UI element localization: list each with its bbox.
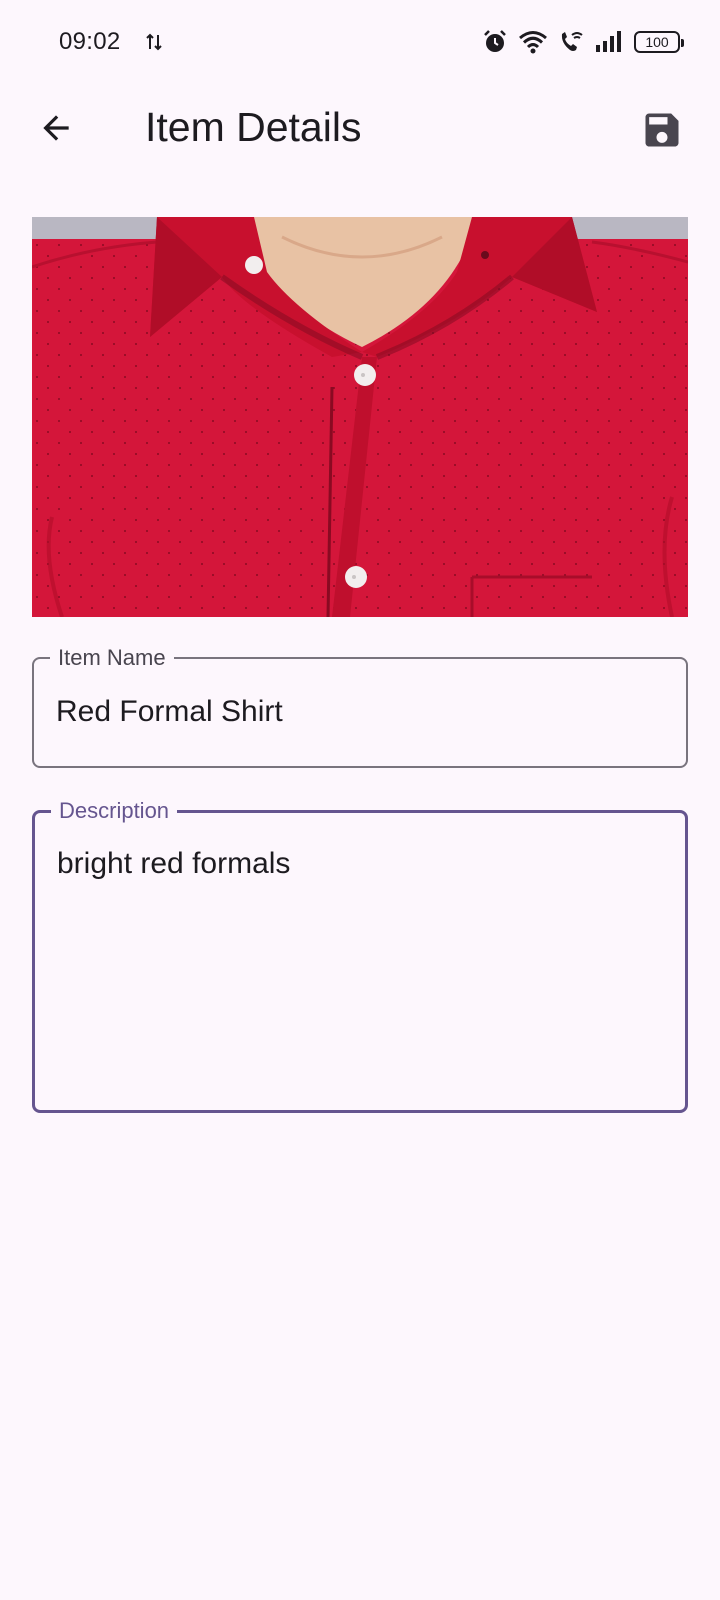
page-title: Item Details: [145, 104, 362, 150]
wifi-call-icon: [561, 32, 583, 51]
arrow-back-icon: [43, 115, 69, 141]
save-icon: [645, 113, 679, 147]
back-button[interactable]: [28, 100, 84, 156]
status-time: 09:02: [59, 28, 121, 55]
data-transfer-icon: [146, 33, 162, 51]
battery-level: 100: [645, 34, 669, 50]
description-input[interactable]: bright red formals: [57, 847, 657, 881]
status-bar: 09:02 100: [0, 0, 720, 84]
signal-icon: [596, 31, 621, 52]
item-name-input[interactable]: Red Formal Shirt: [56, 695, 656, 729]
status-icons: 100: [482, 26, 684, 58]
battery-icon: 100: [634, 31, 684, 53]
wifi-icon: [519, 31, 547, 54]
item-name-field[interactable]: Item Name Red Formal Shirt: [32, 645, 688, 768]
item-details-screen: 09:02 100 Item Details Item Name Red For…: [0, 0, 720, 1600]
save-button[interactable]: [634, 102, 690, 158]
description-field[interactable]: Description bright red formals: [32, 798, 688, 1113]
alarm-icon: [484, 30, 506, 52]
shirt-illustration: [32, 217, 688, 617]
item-image[interactable]: [32, 217, 688, 617]
app-bar: Item Details: [0, 84, 720, 174]
description-label: Description: [51, 798, 178, 824]
item-name-label: Item Name: [50, 645, 174, 671]
